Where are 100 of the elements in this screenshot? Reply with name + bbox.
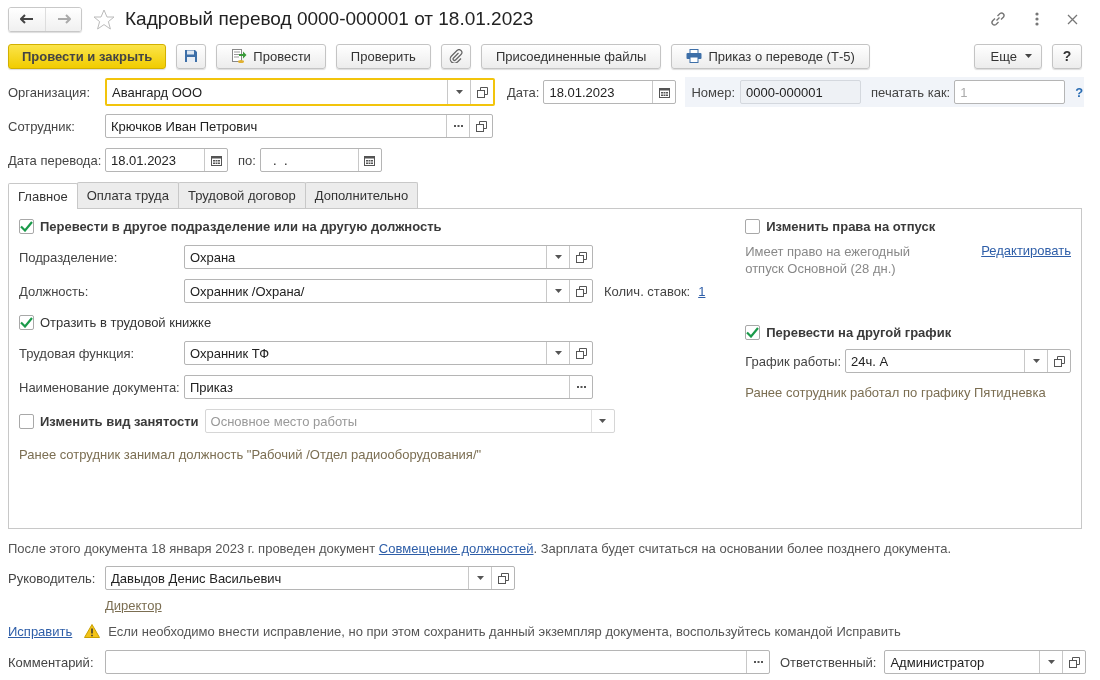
manager-field[interactable]: Давыдов Денис Васильевич: [105, 566, 515, 590]
more-button[interactable]: Еще: [973, 43, 1042, 69]
caret-icon: [1032, 359, 1040, 363]
field-label: График работы:: [745, 353, 841, 369]
checkbox-label: Изменить права на отпуск: [766, 218, 936, 234]
checkbox-box[interactable]: [745, 324, 761, 340]
post-and-close-button[interactable]: Провести и закрыть: [8, 43, 167, 69]
field-label: Дата:: [507, 84, 540, 100]
checkbox-box[interactable]: [19, 218, 34, 234]
back-button[interactable]: [9, 7, 45, 31]
calendar-icon: [364, 154, 376, 166]
paperclip-icon: [448, 49, 463, 63]
info-text: Имеет право на ежегодный отпуск Основной (28 дн.): [745, 243, 911, 277]
caret-icon: [476, 576, 484, 580]
open-icon: [575, 347, 587, 359]
print-button[interactable]: Приказ о переводе (Т-5): [671, 43, 870, 69]
caret-icon: [554, 289, 562, 293]
caret-icon: [599, 419, 606, 423]
rate-count-link[interactable]: 1: [698, 283, 706, 299]
end-date-field[interactable]: . .: [259, 148, 382, 172]
tab[interactable]: Трудовой договор: [177, 182, 306, 208]
open-icon: [575, 251, 587, 263]
warning-text: Если необходимо внести исправление, но при этом сохранить данный экземпляр документа, воспользуйтесь командой Исправить: [108, 623, 901, 639]
star-icon[interactable]: [93, 8, 115, 30]
fix-link[interactable]: Исправить: [8, 623, 73, 639]
checkmark-icon: [20, 220, 33, 232]
edit-link[interactable]: Редактировать: [981, 243, 1071, 258]
number-field[interactable]: 0000-000001: [740, 80, 862, 104]
field-label: Дата перевода:: [8, 152, 103, 168]
checkbox-label: Перевести в другое подразделение или на другую должность: [40, 218, 442, 234]
note-text: Ранее сотрудник работал по графику Пятидневка: [745, 385, 1047, 400]
caret-icon: [455, 90, 463, 94]
checkbox-label: Отразить в трудовой книжке: [40, 314, 212, 330]
attach-button[interactable]: [440, 43, 471, 69]
open-icon: [1053, 355, 1065, 367]
input-field[interactable]: Приказ: [184, 375, 593, 399]
close-icon[interactable]: [1067, 13, 1078, 25]
caret-icon: [1025, 54, 1032, 58]
link-icon[interactable]: [989, 10, 1007, 28]
help-button[interactable]: ?: [1052, 43, 1082, 69]
checkbox[interactable]: Отразить в трудовой книжке: [19, 313, 736, 331]
open-icon: [1068, 656, 1080, 668]
checkbox[interactable]: Изменить права на отпуск: [745, 217, 1071, 235]
help-link[interactable]: ?: [1075, 84, 1084, 100]
checkbox-box[interactable]: [19, 314, 34, 330]
field-label: Организация:: [8, 84, 92, 100]
field-label: Подразделение:: [19, 249, 119, 265]
transfer-date-field[interactable]: 18.01.2023: [105, 148, 228, 172]
tab[interactable]: Дополнительно: [304, 182, 419, 208]
field-label: Руководитель:: [8, 570, 97, 586]
tab[interactable]: Главное: [8, 183, 78, 209]
responsible-field[interactable]: Администратор: [884, 650, 1087, 674]
input-field[interactable]: Охрана: [184, 245, 593, 269]
save-button[interactable]: [176, 43, 207, 69]
open-icon: [475, 120, 487, 132]
comment-field[interactable]: [105, 650, 770, 674]
field-label: Номер:: [691, 84, 736, 100]
back-arrow-icon: [20, 14, 34, 24]
printer-icon: [686, 49, 703, 63]
open-icon: [575, 285, 587, 297]
employee-field[interactable]: Крючков Иван Петрович: [105, 114, 493, 138]
field-label: Трудовая функция:: [19, 345, 136, 361]
checkbox-box[interactable]: [745, 218, 761, 234]
schedule-field[interactable]: 24ч. А: [845, 349, 1071, 373]
field-label: Ответственный:: [780, 654, 877, 670]
checkbox[interactable]: Перевести в другое подразделение или на другую должность: [19, 217, 736, 235]
open-icon: [476, 86, 488, 98]
caret-icon: [1047, 660, 1055, 664]
input-field[interactable]: Охранник ТФ: [184, 341, 593, 365]
checkbox[interactable]: Перевести на другой график: [745, 323, 1071, 341]
field-label: Наименование документа:: [19, 379, 181, 395]
input-field[interactable]: Охранник /Охрана/: [184, 279, 593, 303]
field-label: Сотрудник:: [8, 118, 76, 134]
tab[interactable]: Оплата труда: [76, 182, 179, 208]
window-title: Кадровый перевод 0000-000001 от 18.01.2023: [125, 8, 534, 30]
warning-icon: [84, 624, 101, 638]
field-label: Должность:: [19, 283, 90, 299]
post-button[interactable]: Провести: [216, 43, 326, 69]
checkmark-icon: [20, 316, 33, 328]
checkmark-icon: [746, 326, 760, 338]
checkbox[interactable]: Изменить вид занятости: [19, 412, 199, 430]
caret-icon: [554, 255, 562, 259]
notice-text: После этого документа 18 января 2023 г. проведен документ Совмещение должностей. Зарплата будет считаться на основании более позднего документа.: [8, 541, 953, 556]
open-icon: [497, 572, 509, 584]
checkbox-box[interactable]: [19, 413, 34, 429]
organization-field[interactable]: Авангард ООО: [105, 78, 495, 106]
field-label: Комментарий:: [8, 654, 95, 670]
toolbar-button[interactable]: Присоединенные файлы: [480, 43, 662, 69]
field-label: Колич. ставок:: [604, 283, 691, 299]
calendar-icon: [210, 154, 222, 166]
calendar-icon: [658, 86, 670, 98]
position-link[interactable]: Директор: [105, 598, 162, 613]
checkbox-label: Перевести на другой график: [766, 324, 952, 340]
more-vertical-icon[interactable]: [1035, 12, 1039, 26]
date-field[interactable]: 18.01.2023: [543, 80, 677, 104]
document-arrow-icon: [231, 48, 248, 64]
checkbox-label: Изменить вид занятости: [40, 413, 199, 429]
forward-arrow-icon: [56, 14, 71, 24]
field-label: печатать как:: [871, 84, 951, 100]
toolbar-button[interactable]: Проверить: [335, 43, 431, 69]
